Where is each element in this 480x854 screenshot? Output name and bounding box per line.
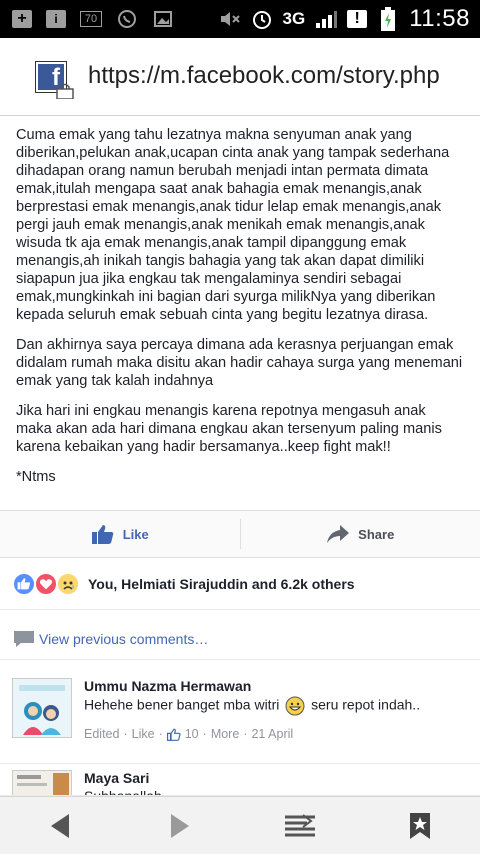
comment-author[interactable]: Ummu Nazma Hermawan	[84, 678, 251, 694]
comment-text-part: seru repot indah..	[311, 696, 421, 713]
meta-separator: ·	[243, 727, 248, 741]
love-reaction-icon	[34, 571, 58, 596]
smile-emoji-icon	[285, 696, 305, 716]
story-paragraph: Dan akhirnya saya percaya dimana ada ker…	[16, 337, 463, 389]
thumbs-up-icon	[91, 525, 114, 544]
comment-like-count[interactable]: 10	[185, 727, 199, 741]
lock-icon	[56, 83, 74, 99]
mute-icon	[219, 9, 241, 29]
url-bar[interactable]: f https://m.facebook.com/story.php	[0, 38, 480, 116]
meta-separator: ·	[202, 727, 207, 741]
status-bar: + i 70 3G ! 11:58	[0, 0, 480, 38]
comment-bubble-icon	[14, 630, 34, 647]
network-type: 3G	[282, 9, 306, 28]
view-previous-comments[interactable]: View previous comments…	[0, 618, 480, 660]
warning-box-icon: !	[347, 10, 368, 28]
comment-text: Hehehe bener banget mba witri seru repot…	[84, 696, 420, 716]
back-arrow-icon	[51, 813, 69, 838]
bookmark-star-icon	[410, 812, 430, 839]
reactions-summary[interactable]: You, Helmiati Sirajuddin and 6.2k others	[0, 558, 480, 610]
whatsapp-icon	[116, 9, 138, 29]
clock: 11:58	[409, 5, 470, 32]
edited-label[interactable]: Edited	[84, 727, 119, 741]
battery-charging-icon	[377, 7, 399, 31]
signal-icon	[315, 9, 338, 29]
avatar[interactable]	[12, 678, 72, 738]
meta-separator: ·	[158, 727, 163, 741]
comment-meta: Edited · Like · 10 · More · 21 April	[84, 727, 293, 741]
action-bar: Like Share	[0, 510, 480, 558]
share-arrow-icon	[327, 525, 350, 543]
add-notification-icon: +	[12, 10, 32, 28]
story-paragraph: Jika hari ini engkau menangis karena rep…	[16, 403, 442, 455]
comment-item: Ummu Nazma Hermawan Hehehe bener banget …	[0, 664, 480, 764]
comment-date[interactable]: 21 April	[251, 727, 293, 741]
sad-reaction-icon	[56, 571, 80, 596]
like-button[interactable]: Like	[0, 511, 240, 557]
forward-arrow-icon	[171, 813, 189, 838]
like-reaction-icon	[12, 571, 36, 596]
comment-text: Subhanallah	[84, 788, 162, 796]
thumbs-up-icon	[166, 728, 181, 741]
share-button[interactable]: Share	[241, 511, 480, 557]
alert-notification-icon: i	[46, 10, 66, 28]
story-paragraph: Cuma emak yang tahu lezatnya makna senyu…	[16, 127, 450, 323]
bookmarks-button[interactable]	[390, 801, 450, 851]
like-label: Like	[122, 526, 149, 542]
meta-separator: ·	[123, 727, 128, 741]
view-previous-label[interactable]: View previous comments…	[39, 631, 208, 647]
image-icon	[152, 9, 174, 29]
comment-text-part: Hehehe bener banget mba witri	[84, 696, 280, 713]
avatar[interactable]	[12, 770, 72, 795]
browser-navbar	[0, 796, 480, 854]
tabs-button[interactable]	[270, 801, 330, 851]
story-paragraph: *Ntms	[16, 469, 56, 485]
url-text[interactable]: https://m.facebook.com/story.php	[88, 62, 458, 90]
share-label: Share	[358, 526, 395, 542]
forward-button[interactable]	[150, 801, 210, 851]
alarm-icon	[251, 9, 273, 29]
story-body: Cuma emak yang tahu lezatnya makna senyu…	[0, 116, 480, 510]
notification-count-icon: 70	[80, 11, 102, 27]
more-button[interactable]: More	[211, 727, 239, 741]
comment-like-button[interactable]: Like	[132, 727, 155, 741]
reactions-text[interactable]: You, Helmiati Sirajuddin and 6.2k others	[88, 576, 355, 592]
tabs-icon	[285, 813, 315, 836]
comment-item: Maya Sari Subhanallah	[0, 764, 480, 796]
comment-author[interactable]: Maya Sari	[84, 770, 149, 786]
back-button[interactable]	[30, 801, 90, 851]
